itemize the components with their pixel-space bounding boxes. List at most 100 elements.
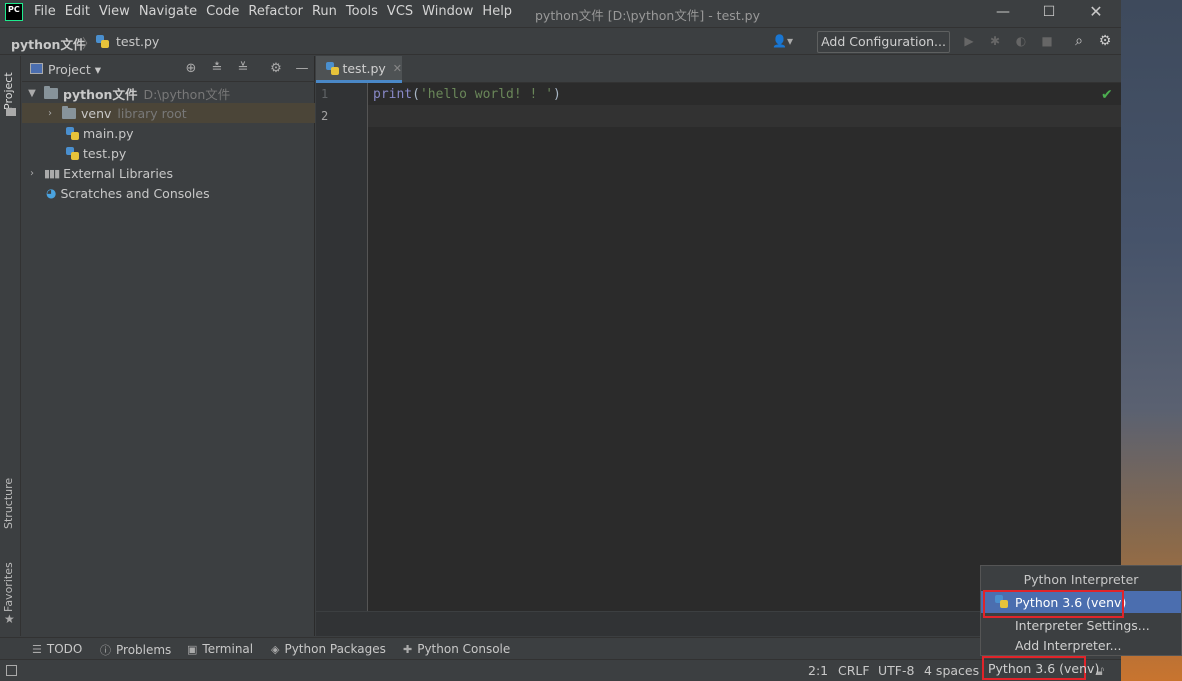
tool-terminal[interactable]: ▣ Terminal: [187, 642, 253, 656]
code-string: 'hello world! ! ': [419, 87, 554, 102]
collapse-all-icon[interactable]: ≚: [235, 61, 251, 77]
menu-code[interactable]: Code: [206, 4, 239, 22]
tree-item-label: Scratches and Consoles: [60, 185, 210, 201]
structure-tool-tab[interactable]: Structure: [2, 474, 15, 529]
tool-python-console[interactable]: ✚ Python Console: [403, 642, 510, 656]
python-file-icon: [96, 35, 109, 48]
tree-item-external-libraries[interactable]: › ▮▮▮ External Libraries: [22, 163, 315, 183]
add-configuration-button[interactable]: Add Configuration...: [817, 31, 950, 53]
code-editor[interactable]: [368, 83, 1121, 611]
menu-run[interactable]: Run: [312, 4, 337, 22]
editor-tab-bar: test.py ✕: [316, 56, 1121, 83]
project-view-dropdown[interactable]: Project ▾: [48, 62, 101, 77]
add-interpreter-item[interactable]: Add Interpreter...: [1015, 638, 1122, 653]
run-icon[interactable]: ▶: [962, 34, 976, 48]
close-button[interactable]: ✕: [1073, 0, 1119, 26]
locate-icon[interactable]: ⊕: [183, 61, 199, 77]
inspection-ok-check-icon[interactable]: ✔: [1101, 87, 1113, 103]
libraries-icon: ▮▮▮: [44, 166, 60, 180]
close-tab-icon[interactable]: ✕: [393, 62, 402, 75]
menu-refactor[interactable]: Refactor: [248, 4, 303, 22]
packages-stack-icon: ◈: [271, 642, 280, 656]
line-number: 1: [321, 87, 329, 101]
tree-item-project-root[interactable]: ▼ python文件 D:\python文件: [22, 83, 315, 103]
menu-edit[interactable]: Edit: [65, 4, 90, 22]
chevron-right-icon[interactable]: ›: [44, 108, 56, 119]
problems-info-icon: ⓘ: [100, 644, 111, 657]
current-line-highlight: [316, 105, 1121, 127]
panel-settings-gear-icon[interactable]: ⚙: [268, 61, 284, 77]
star-icon: ★: [4, 612, 15, 626]
tool-problems[interactable]: ⓘ Problems: [100, 642, 171, 658]
left-tool-strip: Project Structure Favorites ★: [0, 56, 21, 636]
tool-label: Python Packages: [284, 642, 386, 656]
tree-item-label: test.py: [83, 145, 127, 161]
minimize-button[interactable]: —: [980, 0, 1026, 26]
line-number: 2: [321, 109, 329, 123]
user-dropdown-icon[interactable]: 👤▾: [772, 34, 793, 48]
todo-list-icon: ☰: [32, 642, 42, 656]
breadcrumb-file-label: test.py: [116, 34, 160, 49]
tree-item-label: main.py: [83, 125, 134, 141]
tree-item-label: python文件: [63, 86, 138, 102]
status-bar: 2:1 CRLF UTF-8 4 spaces 🔓︎: [0, 659, 1121, 681]
tab-label: test.py: [342, 60, 386, 76]
folder-icon: [62, 105, 76, 119]
breadcrumb-separator: 〉: [82, 37, 96, 52]
line-separator[interactable]: CRLF: [838, 663, 870, 678]
selection-highlight-box: [983, 590, 1124, 618]
menu-window[interactable]: Window: [422, 4, 473, 22]
tree-item-hint: library root: [117, 105, 187, 121]
tool-label: Terminal: [202, 642, 254, 656]
project-panel: Project ▾ ⊕ ≛ ≚ ⚙ — ▼ python文件 D:\python…: [22, 56, 315, 636]
tree-item-hint: D:\python文件: [143, 86, 231, 102]
favorites-tool-tab[interactable]: Favorites: [2, 560, 15, 612]
tab-test-py[interactable]: test.py ✕: [316, 56, 402, 83]
code-function: print: [373, 87, 413, 102]
menu-vcs[interactable]: VCS: [387, 4, 413, 22]
expand-all-icon[interactable]: ≛: [209, 61, 225, 77]
folder-icon: [6, 108, 16, 116]
line-number-gutter: 1 2: [316, 83, 368, 611]
menu-navigate[interactable]: Navigate: [139, 4, 197, 22]
caret-position[interactable]: 2:1: [808, 663, 828, 678]
stop-icon[interactable]: ■: [1040, 34, 1054, 48]
breadcrumb-project[interactable]: python文件: [11, 34, 85, 53]
code-paren: ): [553, 87, 561, 102]
coverage-icon[interactable]: ◐: [1014, 34, 1028, 48]
window-title: python文件 [D:\python文件] - test.py: [535, 8, 760, 23]
menu-file[interactable]: File: [34, 4, 56, 22]
chevron-right-icon[interactable]: ›: [26, 168, 38, 179]
project-view-icon: [30, 63, 43, 74]
menu-help[interactable]: Help: [482, 4, 512, 22]
search-icon[interactable]: ⌕: [1072, 34, 1086, 48]
toggle-tool-windows-icon[interactable]: [6, 665, 17, 676]
navigation-bar: python文件 〉 test.py 👤▾ Add Configuration.…: [0, 27, 1121, 55]
title-bar: PC File Edit View Navigate Code Refactor…: [0, 0, 1121, 26]
code-line: print('hello world! ! '): [373, 87, 561, 102]
tree-item-test-py[interactable]: test.py: [22, 143, 315, 163]
tool-python-packages[interactable]: ◈ Python Packages: [271, 642, 386, 656]
indent-setting[interactable]: 4 spaces: [924, 663, 979, 678]
popup-title: Python Interpreter: [1023, 572, 1139, 587]
menu-tools[interactable]: Tools: [346, 4, 378, 22]
tool-label: TODO: [46, 642, 83, 656]
breadcrumb-file[interactable]: test.py: [96, 34, 159, 49]
pycharm-logo: PC: [5, 3, 23, 21]
debug-icon[interactable]: ✱: [988, 34, 1002, 48]
project-tool-tab[interactable]: Project: [2, 64, 15, 110]
tree-item-label: venv: [81, 105, 112, 121]
maximize-button[interactable]: ☐: [1026, 0, 1072, 26]
interpreter-status-widget[interactable]: Python 3.6 (venv): [982, 656, 1099, 680]
menu-view[interactable]: View: [99, 4, 130, 22]
tree-item-venv[interactable]: › venv library root: [22, 103, 315, 123]
tool-todo[interactable]: ☰ TODO: [32, 642, 82, 656]
chevron-down-icon[interactable]: ▼: [26, 88, 38, 99]
tree-item-main-py[interactable]: main.py: [22, 123, 315, 143]
interpreter-settings-item[interactable]: Interpreter Settings...: [1015, 618, 1150, 633]
settings-gear-icon[interactable]: ⚙: [1098, 34, 1112, 48]
hide-panel-icon[interactable]: —: [294, 61, 310, 77]
file-encoding[interactable]: UTF-8: [878, 663, 914, 678]
tree-item-scratches[interactable]: ◕ Scratches and Consoles: [22, 183, 315, 203]
menu-bar: File Edit View Navigate Code Refactor Ru…: [34, 4, 521, 22]
